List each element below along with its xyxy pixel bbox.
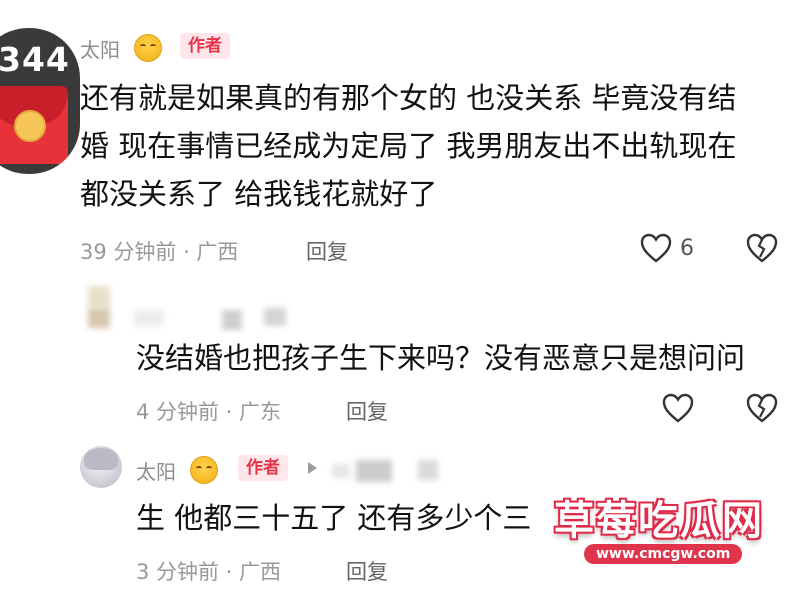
blurred-avatar: [88, 308, 110, 328]
author-badge: 作者: [238, 455, 288, 481]
red-packet-badge[interactable]: 344: [0, 28, 80, 174]
smile-emoji-icon: [190, 456, 218, 484]
blurred-username: [418, 460, 438, 480]
dislike-broken-heart-icon[interactable]: [746, 393, 778, 423]
like-heart-icon[interactable]: [640, 233, 672, 263]
comment-username[interactable]: 太阳: [80, 34, 120, 63]
comment-line: 婚 现在事情已经成为定局了 我男朋友出不出轨现在: [80, 129, 737, 163]
like-heart-icon[interactable]: [662, 393, 694, 423]
reply-username[interactable]: 太阳: [136, 456, 176, 485]
blurred-username: [134, 310, 164, 326]
reply-button[interactable]: 回复: [346, 556, 388, 586]
site-watermark: 草莓吃瓜网 www.cmcgw.com: [540, 478, 800, 588]
red-packet-count: 344: [0, 40, 70, 79]
blurred-avatar: [88, 286, 110, 308]
reply-body: 没结婚也把孩子生下来吗？没有恶意只是想问问: [136, 341, 746, 375]
comment-line: 还有就是如果真的有那个女的 也没关系 毕竟没有结: [80, 81, 737, 115]
reply-timestamp-location: 4 分钟前 · 广东: [136, 400, 282, 424]
author-badge: 作者: [180, 33, 230, 59]
watermark-title: 草莓吃瓜网: [554, 498, 764, 544]
avatar[interactable]: [80, 446, 122, 488]
reply-body: 生 他都三十五了 还有多少个三: [136, 501, 532, 535]
blurred-username: [356, 460, 392, 482]
watermark-url: www.cmcgw.com: [584, 544, 743, 564]
reply-button[interactable]: 回复: [306, 236, 348, 266]
reply-timestamp-location: 3 分钟前 · 广西: [136, 560, 282, 584]
blurred-username: [264, 308, 286, 326]
red-envelope-coin: [14, 110, 46, 142]
dislike-broken-heart-icon[interactable]: [746, 233, 778, 263]
comment-timestamp-location: 39 分钟前 · 广西: [80, 240, 239, 264]
blurred-username: [222, 310, 242, 330]
reply-button[interactable]: 回复: [346, 396, 388, 426]
blurred-username: [332, 464, 350, 478]
reply-to-arrow-icon: [308, 462, 317, 474]
like-count: 6: [680, 236, 694, 261]
smile-emoji-icon: [134, 34, 162, 62]
comment-body: 还有就是如果真的有那个女的 也没关系 毕竟没有结 婚 现在事情已经成为定局了 我…: [80, 74, 736, 218]
comment-line: 都没关系了 给我钱花就好了: [80, 177, 438, 211]
